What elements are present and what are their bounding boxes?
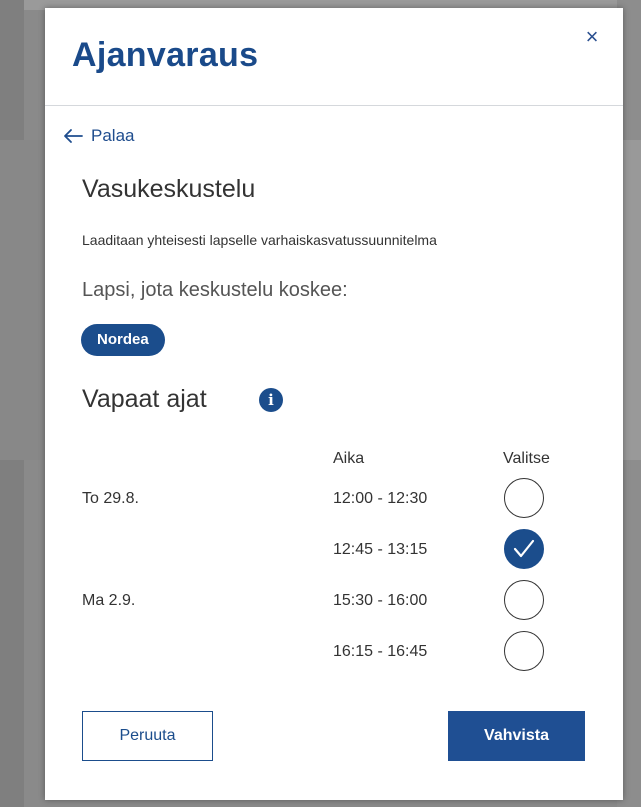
dialog-header: Ajanvaraus × <box>45 8 623 106</box>
meeting-description: Laaditaan yhteisesti lapselle varhaiskas… <box>82 232 437 248</box>
column-header-time: Aika <box>333 450 365 467</box>
backdrop-band-right <box>623 140 641 460</box>
confirm-button[interactable]: Vahvista <box>448 711 585 761</box>
cancel-button[interactable]: Peruuta <box>82 711 213 761</box>
slot-row: Ma 2.9. 15:30 - 16:00 <box>45 576 623 627</box>
slot-day: Ma 2.9. <box>82 592 136 609</box>
slot-row: To 29.8. 12:00 - 12:30 <box>45 474 623 525</box>
slot-radio[interactable] <box>504 580 544 620</box>
slot-day: To 29.8. <box>82 490 139 507</box>
slot-radio[interactable] <box>504 529 544 569</box>
appointment-dialog: Ajanvaraus × Palaa Vasukeskustelu Laadit… <box>45 8 623 800</box>
backdrop-band-left <box>0 140 45 460</box>
info-icon[interactable]: i <box>259 388 283 412</box>
slot-time: 12:00 - 12:30 <box>333 490 428 507</box>
back-link[interactable]: Palaa <box>63 126 134 146</box>
arrow-left-icon <box>64 129 83 143</box>
slot-time: 16:15 - 16:45 <box>333 643 428 660</box>
back-label: Palaa <box>91 126 135 145</box>
slot-row: 16:15 - 16:45 <box>45 627 623 678</box>
close-icon[interactable]: × <box>581 26 603 48</box>
child-label: Lapsi, jota keskustelu koskee: <box>82 279 348 301</box>
dialog-title: Ajanvaraus <box>72 36 259 74</box>
slot-radio[interactable] <box>504 478 544 518</box>
slot-row: 12:45 - 13:15 <box>45 525 623 576</box>
meeting-title: Vasukeskustelu <box>82 175 256 203</box>
slot-time: 15:30 - 16:00 <box>333 592 428 609</box>
column-header-select: Valitse <box>503 450 550 467</box>
slot-time: 12:45 - 13:15 <box>333 541 428 558</box>
slots-title: Vapaat ajat <box>82 385 207 413</box>
checkmark-icon <box>513 539 535 558</box>
slot-radio[interactable] <box>504 631 544 671</box>
child-chip: Nordea <box>81 324 165 356</box>
